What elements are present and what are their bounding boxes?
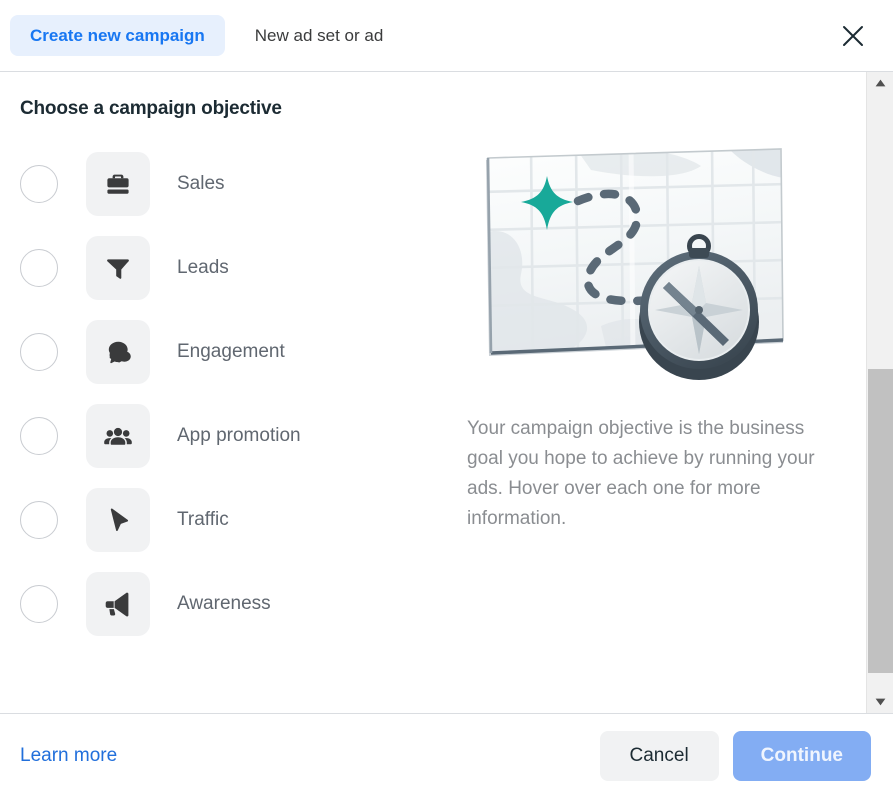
speech-bubbles-icon (86, 320, 150, 384)
dialog-content: Choose a campaign objective Sales Leads … (0, 72, 866, 713)
content-panes: Sales Leads Engagement App promotion Tra… (0, 142, 866, 646)
dialog-footer: Learn more Cancel Continue (0, 714, 893, 798)
dialog-body: Choose a campaign objective Sales Leads … (0, 72, 893, 714)
objective-option-leads[interactable]: Leads (0, 226, 455, 310)
people-group-icon (86, 404, 150, 468)
objective-option-awareness[interactable]: Awareness (0, 562, 455, 646)
radio-leads[interactable] (20, 249, 58, 287)
objective-label-sales: Sales (177, 173, 225, 194)
objective-option-engagement[interactable]: Engagement (0, 310, 455, 394)
radio-awareness[interactable] (20, 585, 58, 623)
scroll-up-button[interactable] (867, 72, 893, 94)
radio-app-promotion[interactable] (20, 417, 58, 455)
objective-label-leads: Leads (177, 257, 229, 278)
objective-info-pane: Your campaign objective is the business … (455, 142, 866, 646)
funnel-icon (86, 236, 150, 300)
objective-label-app-promotion: App promotion (177, 425, 301, 446)
radio-traffic[interactable] (20, 501, 58, 539)
scrollbar-thumb[interactable] (868, 368, 893, 674)
triangle-down-icon (875, 698, 886, 706)
scrollbar-track[interactable] (867, 94, 893, 691)
objective-list: Sales Leads Engagement App promotion Tra… (0, 142, 455, 646)
tab-create-new-campaign-label: Create new campaign (30, 26, 205, 45)
tab-new-ad-set-or-ad-label: New ad set or ad (254, 26, 384, 45)
cursor-arrow-icon (86, 488, 150, 552)
tab-new-ad-set-or-ad[interactable]: New ad set or ad (225, 15, 404, 56)
cancel-button[interactable]: Cancel (599, 731, 719, 781)
page-title: Choose a campaign objective (20, 98, 282, 119)
scroll-down-button[interactable] (867, 691, 893, 713)
footer-actions: Cancel Continue (599, 731, 871, 781)
objective-label-engagement: Engagement (177, 341, 285, 362)
objective-label-awareness: Awareness (177, 593, 271, 614)
triangle-up-icon (875, 79, 886, 87)
megaphone-icon (86, 572, 150, 636)
objective-option-sales[interactable]: Sales (0, 142, 455, 226)
radio-engagement[interactable] (20, 333, 58, 371)
objective-description: Your campaign objective is the business … (467, 418, 815, 529)
objective-label-traffic: Traffic (177, 509, 229, 530)
vertical-scrollbar[interactable] (866, 72, 893, 713)
dialog-tabs: Create new campaign New ad set or ad (10, 15, 403, 56)
radio-sales[interactable] (20, 165, 58, 203)
dialog-header: Create new campaign New ad set or ad (0, 0, 893, 72)
create-campaign-dialog: Create new campaign New ad set or ad Cho… (0, 0, 893, 798)
close-icon (842, 25, 864, 47)
objective-option-app-promotion[interactable]: App promotion (0, 394, 455, 478)
map-and-compass-illustration (481, 144, 811, 384)
tab-create-new-campaign[interactable]: Create new campaign (10, 15, 225, 56)
close-button[interactable] (835, 18, 871, 54)
illustration-wrap (455, 142, 836, 384)
continue-button[interactable]: Continue (732, 731, 871, 781)
learn-more-link[interactable]: Learn more (20, 745, 117, 767)
objective-option-traffic[interactable]: Traffic (0, 478, 455, 562)
briefcase-icon (86, 152, 150, 216)
